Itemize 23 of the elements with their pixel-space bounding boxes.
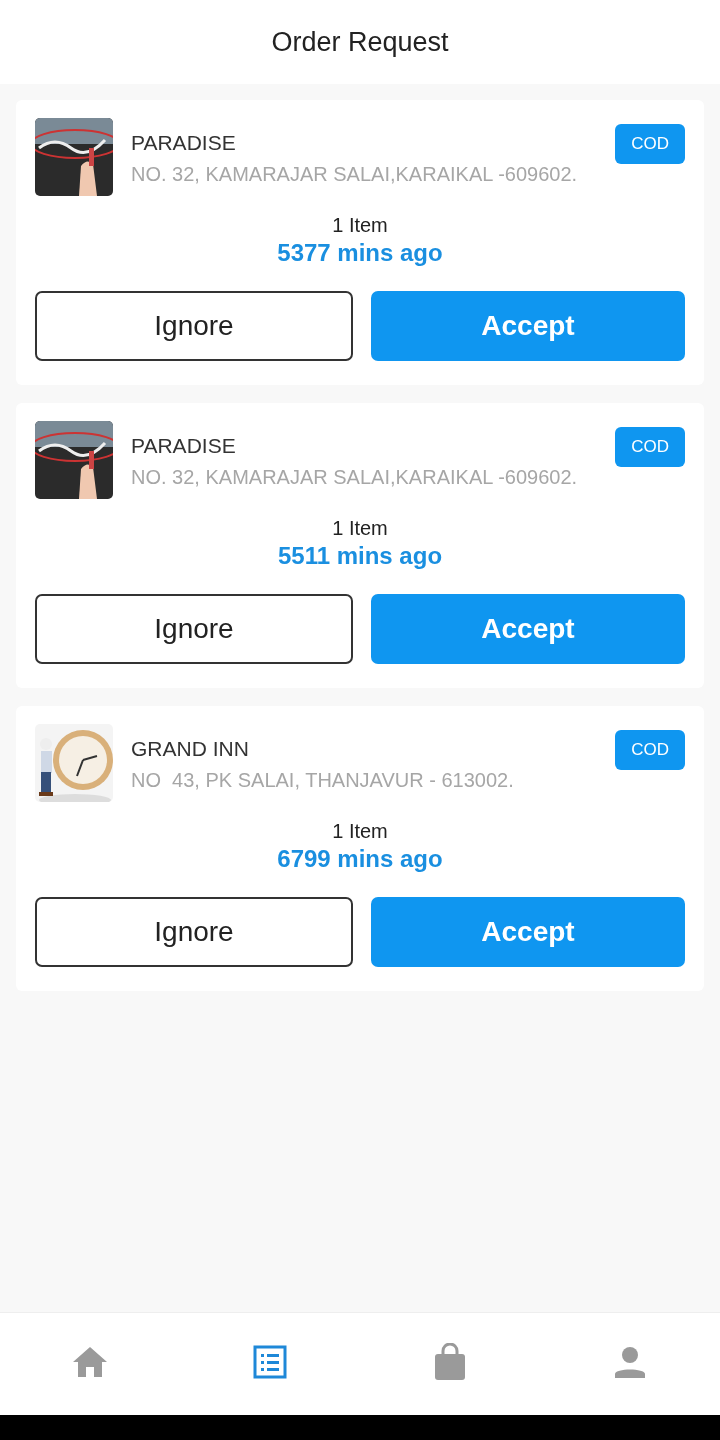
item-count: 1 Item [332,820,388,843]
restaurant-name: GRAND INN [131,737,250,761]
payment-tag: COD [615,427,685,467]
restaurant-name: PARADISE [131,131,237,155]
list-icon[interactable] [253,1345,287,1379]
restaurant-address: NO. 32, KAMARAJAR SALAI,KARAIKAL -609602. [131,163,579,186]
ignore-button[interactable]: Ignore [35,594,353,664]
screen-title: Order Request [271,26,449,58]
restaurant-address: NO 43, PK SALAI, THANJAVUR - 613002. [131,769,515,792]
item-count: 1 Item [332,517,388,540]
payment-tag: COD [615,124,685,164]
ignore-button[interactable]: Ignore [35,897,353,967]
person-icon[interactable] [614,1346,646,1378]
order-time: 5377 mins ago [277,239,443,267]
item-count: 1 Item [332,214,388,237]
order-time: 6799 mins ago [277,845,443,873]
shopping-bag-icon[interactable] [434,1343,466,1381]
ignore-button[interactable]: Ignore [35,291,353,361]
payment-tag: COD [615,730,685,770]
restaurant-name: PARADISE [131,434,237,458]
restaurant-address: NO. 32, KAMARAJAR SALAI,KARAIKAL -609602. [131,466,579,489]
home-icon[interactable] [72,1346,108,1378]
order-time: 5511 mins ago [277,542,443,570]
